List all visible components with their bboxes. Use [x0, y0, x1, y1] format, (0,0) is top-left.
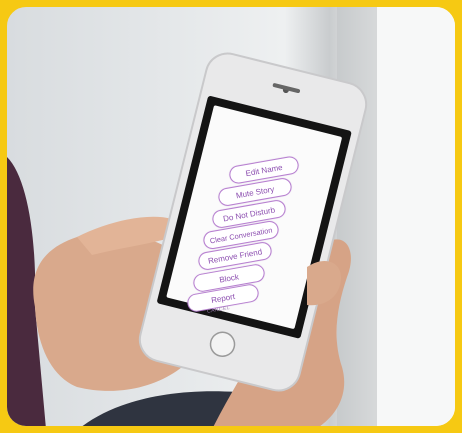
photo-frame: Edit Name Mute Story Do Not Disturb Clea…	[0, 0, 462, 433]
